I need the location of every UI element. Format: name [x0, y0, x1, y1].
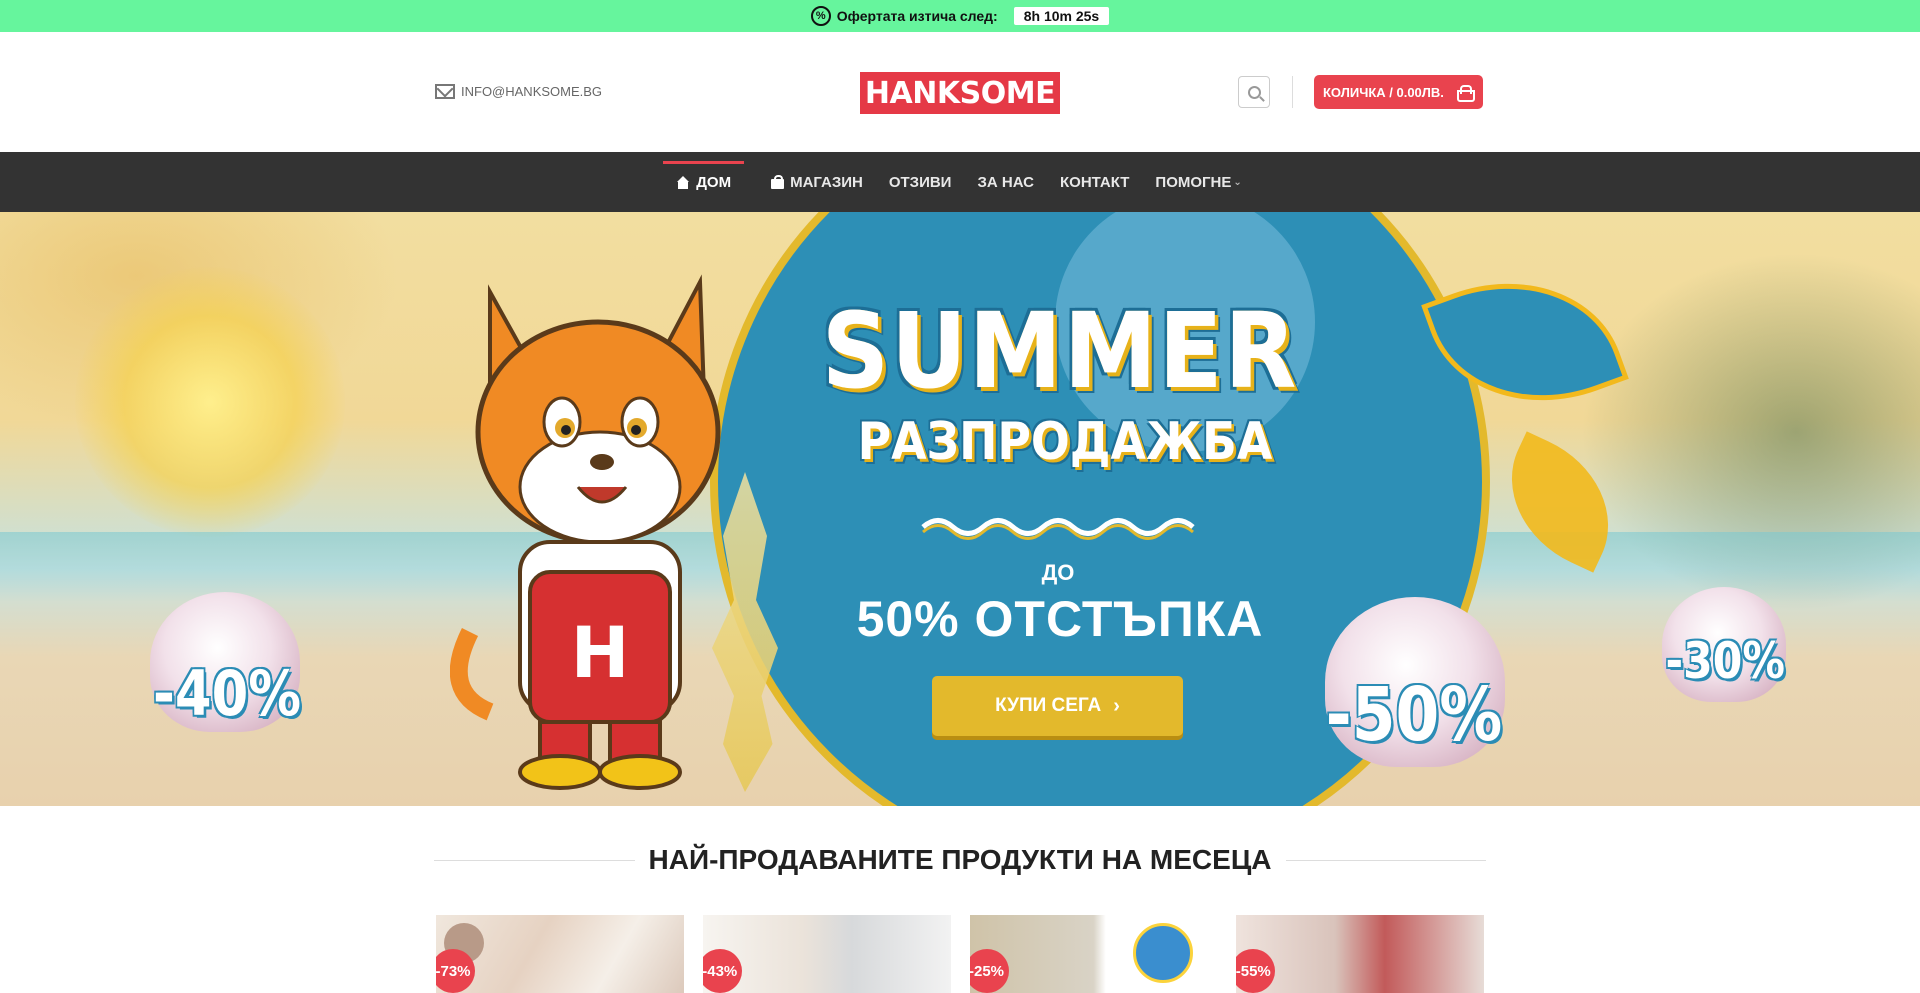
hero-title: SUMMER [821, 290, 1299, 412]
section-title: НАЙ-ПРОДАВАНИТЕ ПРОДУКТИ НА МЕСЕЦА [648, 844, 1272, 875]
site-header: INFO@HANKSOME.BG HANKSOME КОЛИЧКА / 0.00… [0, 32, 1920, 152]
discount-badge: -73% [436, 949, 475, 993]
cart-label: КОЛИЧКА / 0.00ЛВ. [1323, 84, 1444, 100]
nav-item-help[interactable]: ПОМОГНЕ ⌄ [1142, 152, 1254, 212]
chevron-right-icon: › [1113, 694, 1120, 717]
wave-divider-icon [921, 518, 1195, 540]
nav-label-about: ЗА НАС [977, 173, 1034, 191]
shell-badge-50: -50% [1325, 672, 1503, 758]
product-card[interactable]: -25% [969, 915, 1218, 993]
discount-badge: -55% [1236, 949, 1276, 993]
cart-button[interactable]: КОЛИЧКА / 0.00ЛВ. [1314, 75, 1483, 109]
nav-label-contact: КОНТАКТ [1060, 173, 1130, 191]
sun-glow [75, 267, 345, 537]
site-logo[interactable]: HANKSOME [860, 72, 1060, 114]
envelope-icon [435, 84, 455, 99]
nav-label-reviews: ОТЗИВИ [888, 173, 952, 191]
home-icon [676, 176, 690, 189]
main-nav: ДОМ МАГАЗИН ОТЗИВИ ЗА НАС КОНТАКТ ПОМОГН… [0, 152, 1920, 212]
search-icon [1247, 85, 1261, 99]
mascot-letter: H [571, 612, 630, 694]
percent-badge-icon: % [810, 6, 831, 26]
product-grid: -73% -43% -25% -55% [436, 915, 1484, 993]
nav-item-about[interactable]: ЗА НАС [964, 152, 1047, 212]
discount-badge: -43% [702, 949, 742, 993]
rhinofix-logo-icon [1133, 923, 1194, 983]
heading-line-left [434, 859, 635, 861]
cat-mascot: H [450, 274, 721, 790]
product-card[interactable]: -73% [436, 915, 684, 993]
logo-text: HANKSOME [864, 75, 1056, 111]
nav-label-shop: МАГАЗИН [790, 173, 863, 191]
bestsellers-heading: НАЙ-ПРОДАВАНИТЕ ПРОДУКТИ НА МЕСЕЦА [434, 844, 1486, 876]
email-text: INFO@HANKSOME.BG [461, 84, 603, 99]
hero-banner[interactable]: H SUMMER РАЗПРОДАЖБА ДО 50% ОТСТЪПКА КУП… [0, 212, 1920, 806]
shell-badge-40: -40% [153, 657, 302, 730]
product-card[interactable]: -43% [702, 915, 951, 993]
cta-label: КУПИ СЕГА [995, 695, 1102, 716]
nav-item-shop[interactable]: МАГАЗИН [758, 152, 876, 212]
shell-badge-30: -30% [1665, 632, 1785, 690]
hero-upto: ДО [1041, 560, 1075, 585]
product-card[interactable]: -55% [1236, 915, 1484, 993]
chevron-down-icon: ⌄ [1233, 176, 1242, 188]
email-link[interactable]: INFO@HANKSOME.BG [435, 84, 602, 99]
nav-item-home[interactable]: ДОМ [663, 152, 744, 212]
hero-subtitle: РАЗПРОДАЖБА [857, 412, 1273, 472]
shopping-bag-icon [771, 175, 785, 189]
nav-label-home: ДОМ [696, 173, 732, 191]
nav-item-contact[interactable]: КОНТАКТ [1047, 152, 1142, 212]
header-divider [1292, 76, 1293, 108]
discount-badge: -25% [969, 949, 1009, 993]
basket-icon [1456, 85, 1475, 102]
hero-discount: 50% ОТСТЪПКА [856, 591, 1264, 647]
promo-label: Офертата изтича след: [836, 8, 998, 24]
nav-item-reviews[interactable]: ОТЗИВИ [876, 152, 965, 212]
shop-now-button[interactable]: КУПИ СЕГА › [932, 676, 1183, 736]
heading-line-right [1285, 859, 1486, 861]
promo-bar: % Офертата изтича след: 8h 10m 25s [0, 0, 1920, 32]
search-button[interactable] [1238, 76, 1270, 108]
nav-label-help: ПОМОГНЕ [1155, 173, 1232, 191]
countdown-timer: 8h 10m 25s [1013, 7, 1110, 25]
